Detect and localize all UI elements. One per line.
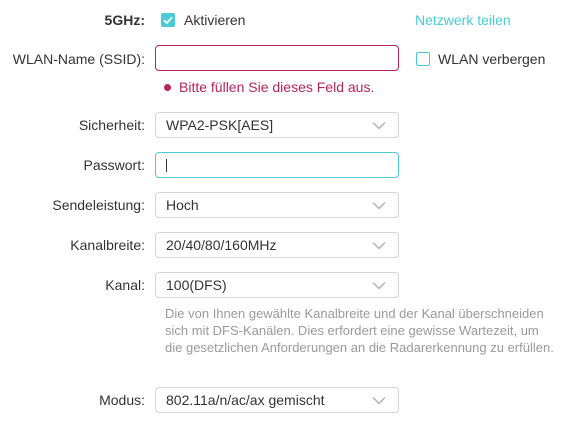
chevron-down-icon (372, 201, 386, 210)
security-label: Sicherheit: (78, 117, 145, 133)
text-cursor (166, 159, 167, 172)
channel-select[interactable]: 100(DFS) (155, 272, 399, 298)
hide-ssid-checkbox[interactable] (416, 52, 430, 66)
enable-checkbox[interactable] (161, 13, 175, 27)
mode-value: 802.11a/n/ac/ax gemischt (166, 392, 325, 408)
enable-label[interactable]: Aktivieren (184, 11, 245, 29)
mode-label: Modus: (99, 392, 145, 408)
password-input[interactable] (155, 152, 399, 178)
ssid-input[interactable] (155, 45, 399, 71)
password-label: Passwort: (83, 157, 145, 173)
checkmark-icon (163, 16, 173, 25)
channel-value: 100(DFS) (166, 277, 227, 293)
chevron-down-icon (372, 396, 386, 405)
chevron-down-icon (372, 281, 386, 290)
mode-select[interactable]: 802.11a/n/ac/ax gemischt (155, 387, 399, 413)
channel-width-select[interactable]: 20/40/80/160MHz (155, 232, 399, 258)
chevron-down-icon (372, 241, 386, 250)
security-value: WPA2-PSK[AES] (166, 117, 274, 133)
tx-power-label: Sendeleistung: (52, 197, 145, 213)
tx-power-value: Hoch (166, 197, 199, 213)
channel-width-value: 20/40/80/160MHz (166, 237, 277, 253)
tx-power-select[interactable]: Hoch (155, 192, 399, 218)
channel-width-label: Kanalbreite: (70, 237, 145, 253)
chevron-down-icon (372, 121, 386, 130)
hide-ssid-label[interactable]: WLAN verbergen (438, 50, 545, 68)
error-dot-icon (164, 84, 171, 91)
dfs-note: Die von Ihnen gewählte Kanalbreite und d… (165, 306, 554, 355)
ssid-error-text: Bitte füllen Sie dieses Feld aus. (179, 79, 375, 95)
ssid-label: WLAN-Name (SSID): (12, 51, 145, 67)
security-select[interactable]: WPA2-PSK[AES] (155, 112, 399, 138)
channel-label: Kanal: (105, 277, 145, 293)
share-network-link[interactable]: Netzwerk teilen (415, 11, 511, 29)
ssid-error-message: Bitte füllen Sie dieses Feld aus. (164, 79, 374, 95)
band-label: 5GHz: (104, 12, 145, 28)
